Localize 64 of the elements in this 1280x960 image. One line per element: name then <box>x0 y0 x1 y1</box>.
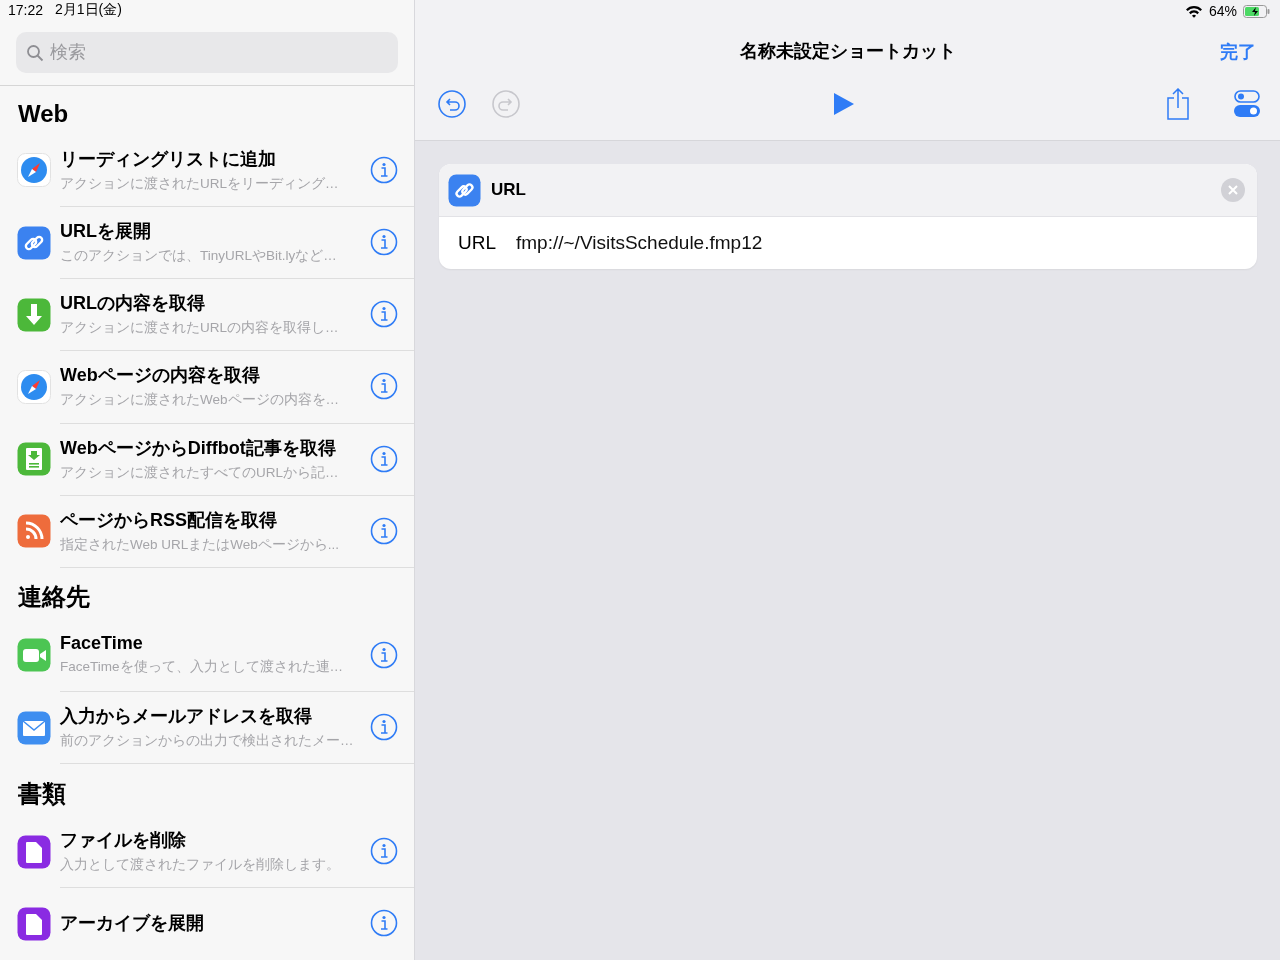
share-button[interactable] <box>1166 88 1190 120</box>
info-icon[interactable] <box>370 837 398 866</box>
file-icon <box>17 834 51 869</box>
action-description: 前のアクションからの出力で検出されたメー… <box>60 732 355 751</box>
action-title[interactable]: FaceTime <box>60 633 370 655</box>
safari-icon <box>17 369 51 404</box>
article-icon <box>17 442 51 477</box>
action-description: このアクションでは、TinyURLやBit.lyなど… <box>60 247 338 266</box>
toggles-icon <box>1234 90 1260 118</box>
link-icon <box>448 173 481 207</box>
action-title[interactable]: Webページの内容を取得 <box>60 363 370 388</box>
section-heading: 連絡先 <box>17 582 91 613</box>
search-icon <box>26 44 44 63</box>
download-icon <box>17 297 51 332</box>
status-time: 17:22 <box>8 2 44 19</box>
info-icon[interactable] <box>370 372 398 401</box>
play-icon <box>832 92 855 116</box>
action-title[interactable]: WebページからDiffbot記事を取得 <box>60 435 370 460</box>
action-description: アクションに渡されたURLの内容を取得し… <box>60 319 340 338</box>
action-description: FaceTimeを使って、入力として渡された連… <box>60 658 344 677</box>
link-icon <box>17 225 51 260</box>
redo-icon <box>491 89 521 119</box>
action-title[interactable]: 入力からメールアドレスを取得 <box>60 704 370 729</box>
rss-icon <box>17 514 51 549</box>
action-card-title: URL <box>491 180 527 200</box>
battery-percent: 64% <box>1208 3 1237 19</box>
share-icon <box>1166 88 1190 120</box>
action-title[interactable]: ファイルを削除 <box>60 828 370 853</box>
info-icon[interactable] <box>370 444 398 473</box>
undo-icon <box>437 89 467 119</box>
action-description: 入力として渡されたファイルを削除します。 <box>60 856 341 875</box>
action-description: 指定されたWeb URLまたはWebページから... <box>60 535 341 554</box>
section-heading: 書類 <box>17 778 67 809</box>
wifi-icon <box>1184 4 1203 18</box>
section-heading: Web <box>17 99 70 130</box>
action-description: アクションに渡されたすべてのURLから記… <box>60 463 340 482</box>
action-title[interactable]: URLの内容を取得 <box>60 291 370 316</box>
settings-button[interactable] <box>1234 90 1260 118</box>
action-title[interactable]: ページからRSS配信を取得 <box>60 507 370 532</box>
mail-icon <box>17 710 51 745</box>
shortcut-title: 名称未設定ショートカット <box>739 40 956 63</box>
info-icon[interactable] <box>370 516 398 545</box>
info-icon[interactable] <box>370 640 398 669</box>
action-description: アクションに渡されたURLをリーディング… <box>60 174 340 193</box>
action-title[interactable]: URLを展開 <box>60 219 370 244</box>
info-icon[interactable] <box>370 713 398 742</box>
done-button[interactable]: 完了 <box>1220 40 1256 64</box>
info-icon[interactable] <box>370 909 398 938</box>
safari-icon <box>17 153 51 188</box>
search-field[interactable]: 検索 <box>16 32 398 74</box>
video-camera-icon <box>17 638 51 673</box>
info-icon[interactable] <box>370 228 398 257</box>
action-title[interactable]: リーディングリストに追加 <box>60 146 370 171</box>
info-icon[interactable] <box>370 300 398 329</box>
url-field[interactable]: fmp://~/VisitsSchedule.fmp12 <box>516 232 763 254</box>
info-icon[interactable] <box>370 155 398 184</box>
field-label: URL <box>458 232 496 254</box>
battery-icon <box>1243 4 1270 18</box>
action-description: アクションに渡されたWebページの内容を… <box>60 391 340 410</box>
file-icon <box>17 907 51 941</box>
undo-button[interactable] <box>437 89 467 119</box>
action-title[interactable]: アーカイブを展開 <box>60 911 370 936</box>
status-date: 2月1日(金) <box>55 1 122 20</box>
play-button[interactable] <box>832 92 855 116</box>
